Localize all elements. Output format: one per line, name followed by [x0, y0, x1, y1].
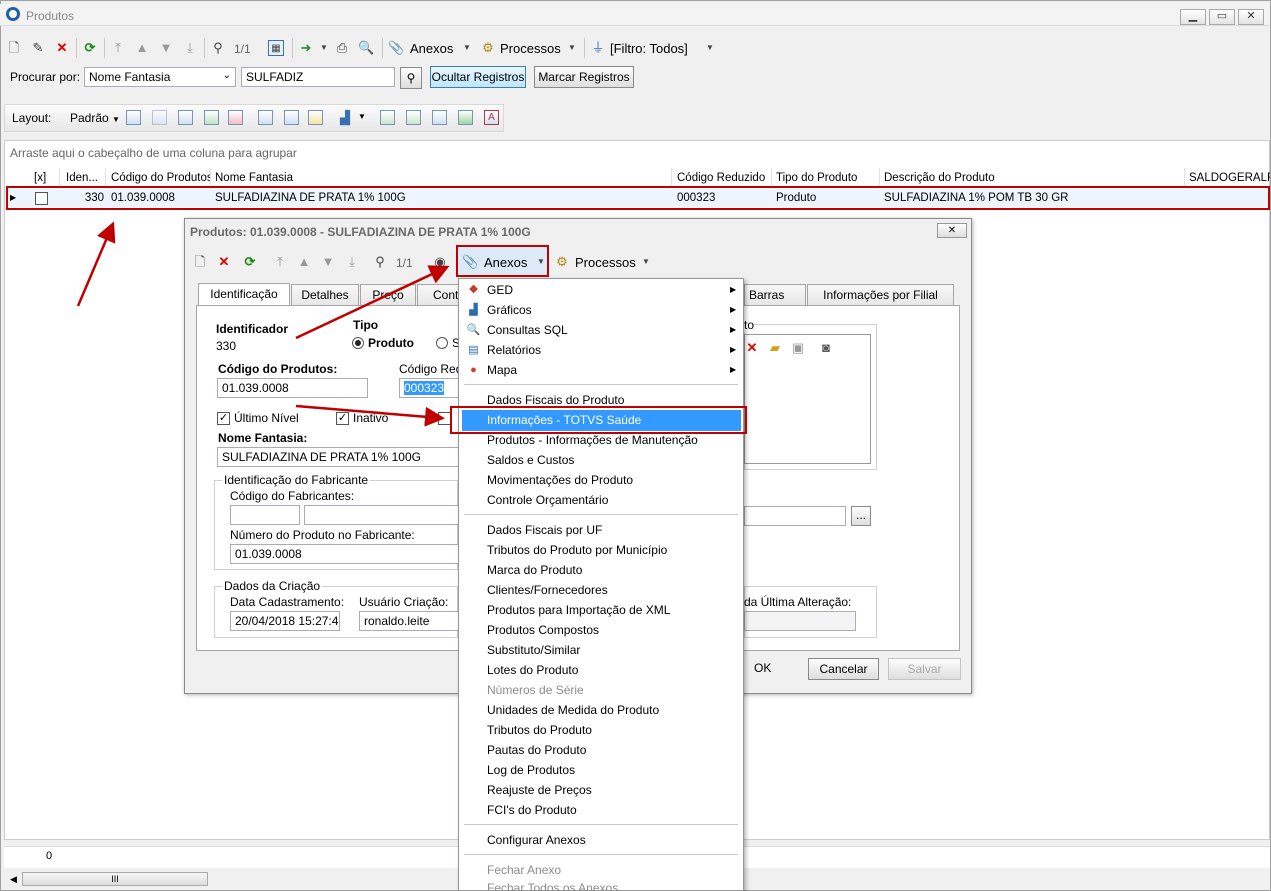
annotation-arrow-to-anexos — [295, 265, 450, 340]
annotation-arrow-to-row — [76, 221, 116, 307]
annotation-arrow-to-menu-item — [295, 404, 445, 427]
annotation-arrows — [76, 221, 450, 427]
